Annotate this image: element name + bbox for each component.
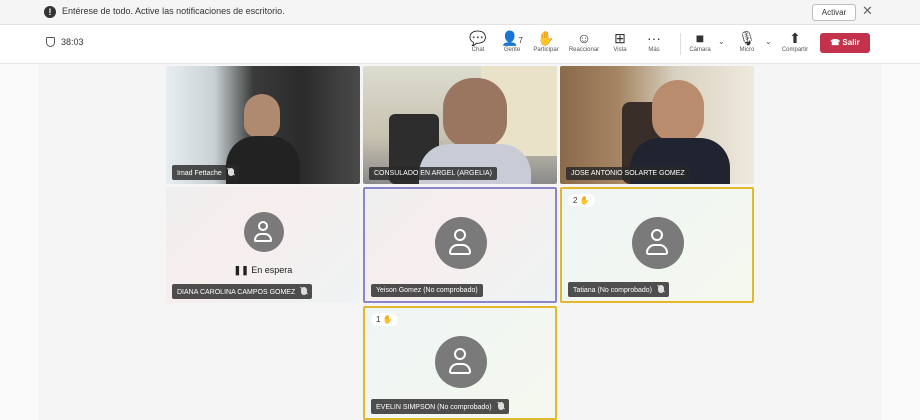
participant-video	[652, 80, 704, 142]
activate-notifications-button[interactable]: Activar	[812, 4, 856, 21]
meeting-timer: 38:03	[46, 37, 84, 47]
participant-video	[244, 94, 280, 138]
camera-button[interactable]: ■ Cámara	[683, 29, 717, 53]
chat-button[interactable]: 💬 Chat	[461, 29, 495, 53]
participant-tile[interactable]: 2 ✋ Tatiana (No comprobado)	[560, 187, 754, 303]
participant-tile[interactable]: Imad Fettache	[166, 66, 360, 184]
react-button[interactable]: ☺ Reaccionar	[565, 29, 603, 53]
raised-hand-badge: 1 ✋	[371, 313, 398, 326]
notification-message: Entérese de todo. Active las notificacio…	[62, 6, 285, 16]
participant-tile[interactable]: JOSE ANTONIO SOLARTE GOMEZ	[560, 66, 754, 184]
video-stage: Imad Fettache CONSULADO EN ARGEL (ARGELI…	[38, 64, 882, 420]
avatar	[244, 212, 284, 252]
mic-off-icon	[301, 287, 308, 295]
people-count: 7	[518, 36, 523, 45]
chat-icon: 💬	[469, 30, 487, 46]
mic-off-icon: 🎙	[738, 30, 756, 46]
avatar	[435, 336, 487, 388]
meeting-toolbar: 38:03 💬 Chat 👤7 Gente ✋ Participar ☺ Rea…	[0, 25, 920, 64]
participant-name-tag: Tatiana (No comprobado)	[568, 282, 669, 297]
grid-icon: ⊞	[614, 30, 626, 46]
avatar	[632, 217, 684, 269]
pause-icon: ❚❚	[233, 265, 249, 275]
participant-tile[interactable]: CONSULADO EN ARGEL (ARGELIA)	[363, 66, 557, 184]
share-button[interactable]: ⬆ Compartir	[777, 29, 813, 53]
smile-icon: ☺	[576, 30, 592, 46]
participate-button[interactable]: ✋ Participar	[529, 29, 563, 53]
camera-icon: ■	[695, 30, 705, 46]
raised-hand-icon: ✋	[382, 315, 393, 324]
participant-name-tag: EVELIN SIMPSON (No comprobado)	[371, 399, 509, 414]
participant-tile[interactable]: 1 ✋ EVELIN SIMPSON (No comprobado)	[363, 306, 557, 420]
avatar	[435, 217, 487, 269]
notification-bar: ! Entérese de todo. Active las notificac…	[0, 0, 920, 25]
participant-name-tag: JOSE ANTONIO SOLARTE GOMEZ	[566, 167, 690, 180]
mic-button[interactable]: 🎙 Micro	[730, 29, 764, 53]
participant-name-tag: Yeison Gomez (No comprobado)	[371, 284, 483, 297]
hand-icon: ✋	[537, 30, 555, 46]
participant-tile[interactable]: Yeison Gomez (No comprobado)	[363, 187, 557, 303]
mic-off-icon	[497, 402, 504, 410]
participant-video	[443, 78, 507, 148]
on-hold-status: ❚❚ En espera	[233, 265, 293, 275]
timer-value: 38:03	[61, 37, 84, 47]
leave-button[interactable]: ☎ Salir	[820, 33, 870, 53]
camera-options-chevron-icon[interactable]: ⌄	[718, 37, 725, 46]
mic-off-icon	[658, 285, 664, 293]
people-button[interactable]: 👤7 Gente	[495, 29, 529, 53]
shield-icon	[46, 37, 55, 47]
participant-name-tag: DIANA CAROLINA CAMPOS GOMEZ	[172, 284, 313, 299]
share-icon: ⬆	[789, 30, 801, 46]
participant-name-tag: Imad Fettache	[172, 165, 239, 180]
people-icon: 👤	[501, 30, 519, 46]
toolbar-divider	[680, 33, 681, 55]
mic-off-icon	[227, 168, 234, 176]
raised-hand-icon: ✋	[579, 196, 590, 205]
close-icon[interactable]: ✕	[862, 3, 873, 19]
more-icon: ···	[647, 30, 661, 46]
mic-options-chevron-icon[interactable]: ⌄	[765, 37, 772, 46]
view-button[interactable]: ⊞ Vista	[603, 29, 637, 53]
participant-tile[interactable]: ❚❚ En espera DIANA CAROLINA CAMPOS GOMEZ	[166, 187, 360, 303]
raised-hand-badge: 2 ✋	[568, 194, 595, 207]
more-button[interactable]: ··· Más	[637, 29, 671, 53]
participant-name-tag: CONSULADO EN ARGEL (ARGELIA)	[369, 167, 497, 180]
info-icon: !	[44, 6, 56, 18]
phone-icon: ☎	[830, 38, 841, 47]
